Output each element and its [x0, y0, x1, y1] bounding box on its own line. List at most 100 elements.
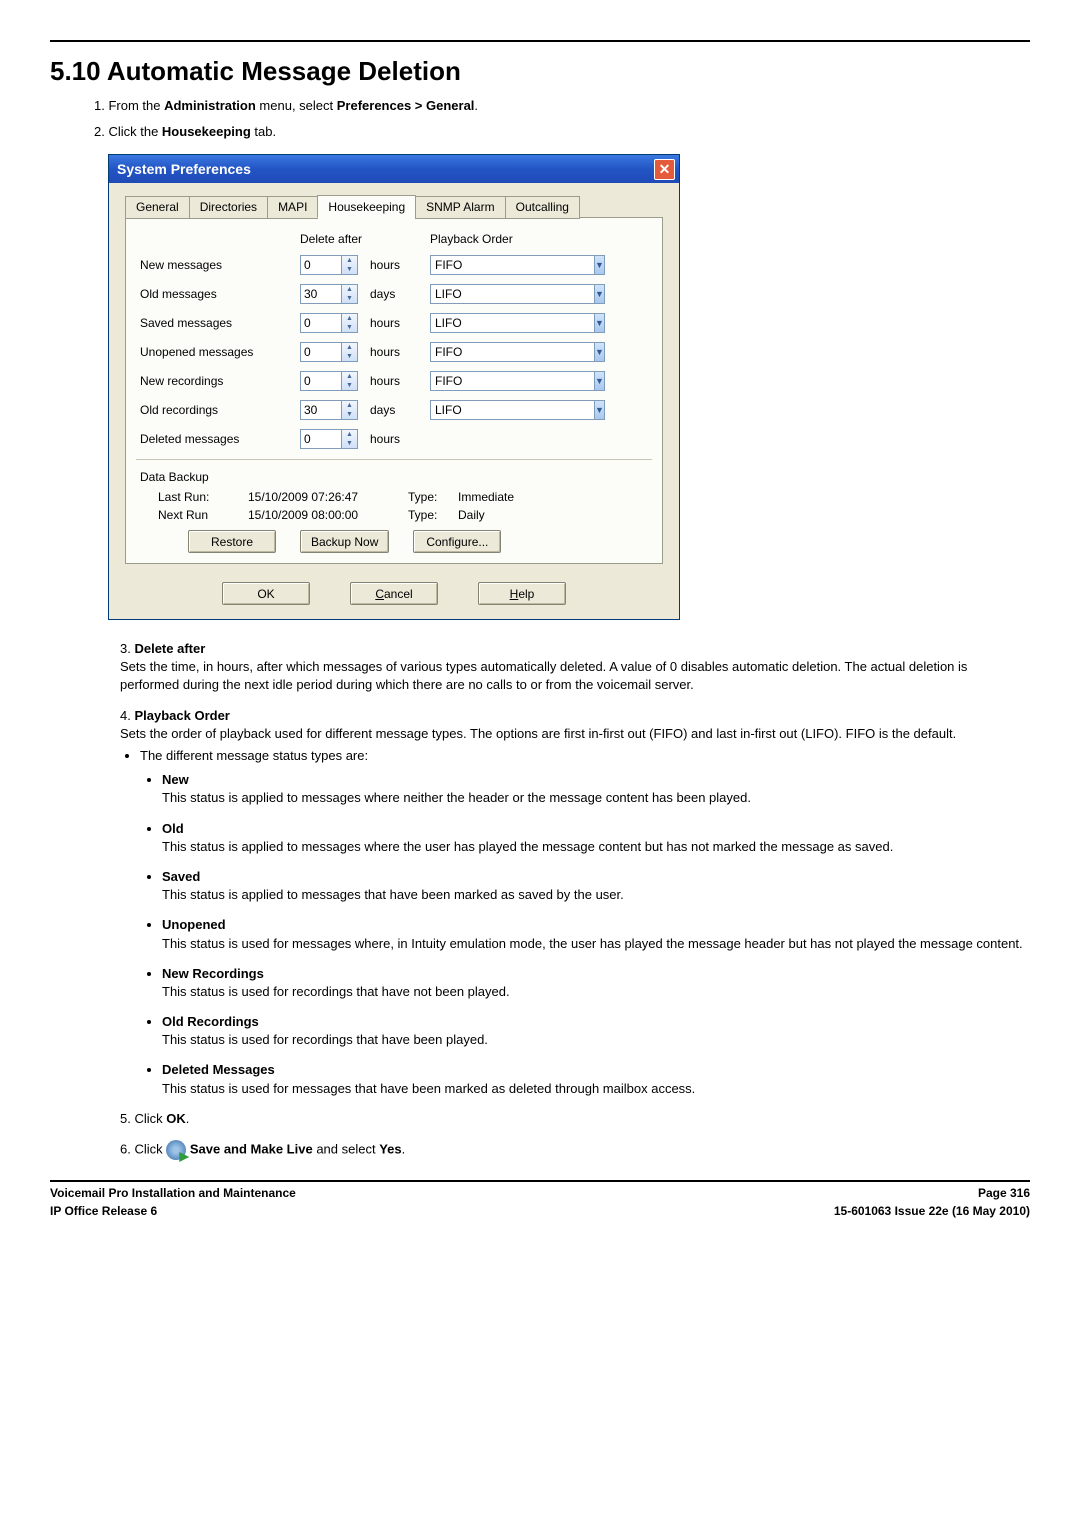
- saved-messages-order[interactable]: ▼: [430, 313, 520, 333]
- row-old-messages-label: Old messages: [140, 287, 300, 301]
- step-2: 2. Click the Housekeeping tab.: [94, 123, 1030, 141]
- step-6: 6. Click Save and Make Live and select Y…: [120, 1140, 1030, 1160]
- type-new-recordings: New RecordingsThis status is used for re…: [162, 965, 1030, 1001]
- chevron-up-icon[interactable]: ▲: [342, 256, 357, 265]
- chevron-up-icon[interactable]: ▲: [342, 285, 357, 294]
- step-1: 1. From the Administration menu, select …: [94, 97, 1030, 115]
- tab-directories[interactable]: Directories: [189, 196, 268, 219]
- type-saved: SavedThis status is applied to messages …: [162, 868, 1030, 904]
- old-recordings-value[interactable]: ▲▼: [300, 400, 358, 420]
- chevron-up-icon[interactable]: ▲: [342, 372, 357, 381]
- restore-button[interactable]: Restore: [188, 530, 276, 553]
- new-recordings-value[interactable]: ▲▼: [300, 371, 358, 391]
- saved-messages-value[interactable]: ▲▼: [300, 313, 358, 333]
- close-icon[interactable]: ✕: [654, 159, 675, 180]
- chevron-down-icon[interactable]: ▼: [595, 371, 605, 391]
- new-recordings-unit: hours: [370, 374, 430, 388]
- type-deleted-messages: Deleted MessagesThis status is used for …: [162, 1061, 1030, 1097]
- footer-left-1: Voicemail Pro Installation and Maintenan…: [50, 1186, 296, 1200]
- configure-button[interactable]: Configure...: [413, 530, 501, 553]
- tab-general[interactable]: General: [125, 196, 190, 219]
- chevron-down-icon[interactable]: ▼: [342, 352, 357, 361]
- steps-list: 1. From the Administration menu, select …: [94, 97, 1030, 140]
- dialog-titlebar[interactable]: System Preferences ✕: [109, 155, 679, 183]
- chevron-down-icon[interactable]: ▼: [342, 381, 357, 390]
- row-saved-messages-label: Saved messages: [140, 316, 300, 330]
- footer-right-2: 15-601063 Issue 22e (16 May 2010): [834, 1204, 1030, 1218]
- item-delete-after: 3. Delete after Sets the time, in hours,…: [120, 640, 1030, 695]
- cancel-button[interactable]: CCancelancel: [350, 582, 438, 605]
- row-unopened-messages-label: Unopened messages: [140, 345, 300, 359]
- tab-mapi[interactable]: MAPI: [267, 196, 318, 219]
- system-preferences-dialog: System Preferences ✕ General Directories…: [108, 154, 680, 620]
- save-make-live-icon: [166, 1140, 186, 1160]
- row-new-messages-label: New messages: [140, 258, 300, 272]
- old-recordings-order[interactable]: ▼: [430, 400, 520, 420]
- old-recordings-unit: days: [370, 403, 430, 417]
- tab-outcalling[interactable]: Outcalling: [505, 196, 580, 219]
- chevron-up-icon[interactable]: ▲: [342, 343, 357, 352]
- chevron-up-icon[interactable]: ▲: [342, 401, 357, 410]
- chevron-down-icon[interactable]: ▼: [595, 342, 605, 362]
- panel-divider: [136, 459, 652, 460]
- column-playback-order: Playback Order: [430, 232, 540, 246]
- housekeeping-panel: Delete after Playback Order New messages…: [125, 217, 663, 564]
- chevron-down-icon[interactable]: ▼: [342, 323, 357, 332]
- dialog-body: General Directories MAPI Housekeeping SN…: [109, 183, 679, 619]
- chevron-down-icon[interactable]: ▼: [595, 255, 605, 275]
- page-footer: Voicemail Pro Installation and Maintenan…: [50, 1186, 1030, 1200]
- deleted-messages-unit: hours: [370, 432, 430, 446]
- new-messages-input[interactable]: [300, 255, 342, 275]
- data-backup-heading: Data Backup: [140, 470, 648, 484]
- unopened-messages-order[interactable]: ▼: [430, 342, 520, 362]
- page-title: 5.10 Automatic Message Deletion: [50, 56, 1030, 87]
- chevron-up-icon[interactable]: ▲: [342, 430, 357, 439]
- chevron-down-icon[interactable]: ▼: [342, 439, 357, 448]
- document-page: 5.10 Automatic Message Deletion 1. From …: [0, 0, 1080, 1528]
- chevron-down-icon[interactable]: ▼: [595, 400, 605, 420]
- old-messages-order[interactable]: ▼: [430, 284, 520, 304]
- type-old: OldThis status is applied to messages wh…: [162, 820, 1030, 856]
- new-recordings-order[interactable]: ▼: [430, 371, 520, 391]
- page-footer-2: IP Office Release 6 15-601063 Issue 22e …: [50, 1204, 1030, 1218]
- housekeeping-table: Delete after Playback Order New messages…: [140, 232, 648, 449]
- ok-button[interactable]: OK: [222, 582, 310, 605]
- new-messages-order[interactable]: ▼: [430, 255, 520, 275]
- chevron-down-icon[interactable]: ▼: [595, 313, 605, 333]
- column-delete-after: Delete after: [300, 232, 370, 246]
- dialog-footer-buttons: OK CCancelancel HHelpelp: [125, 582, 663, 605]
- backup-next-run-row: Next Run 15/10/2009 08:00:00 Type: Daily: [140, 508, 648, 522]
- tab-housekeeping[interactable]: Housekeeping: [317, 195, 416, 218]
- unopened-messages-unit: hours: [370, 345, 430, 359]
- backup-now-button[interactable]: Backup Now: [300, 530, 389, 553]
- row-deleted-messages-label: Deleted messages: [140, 432, 300, 446]
- tab-snmp-alarm[interactable]: SNMP Alarm: [415, 196, 505, 219]
- chevron-up-icon[interactable]: ▲: [342, 314, 357, 323]
- item-playback-order: 4. Playback Order Sets the order of play…: [120, 707, 1030, 1098]
- help-button[interactable]: HHelpelp: [478, 582, 566, 605]
- tab-strip: General Directories MAPI Housekeeping SN…: [125, 195, 663, 218]
- saved-messages-unit: hours: [370, 316, 430, 330]
- chevron-down-icon[interactable]: ▼: [595, 284, 605, 304]
- chevron-down-icon[interactable]: ▼: [342, 410, 357, 419]
- footer-rule: [50, 1180, 1030, 1182]
- new-messages-unit: hours: [370, 258, 430, 272]
- row-new-recordings-label: New recordings: [140, 374, 300, 388]
- type-new: NewThis status is applied to messages wh…: [162, 771, 1030, 807]
- chevron-down-icon[interactable]: ▼: [342, 294, 357, 303]
- new-messages-value[interactable]: ▲▼: [300, 255, 358, 275]
- unopened-messages-value[interactable]: ▲▼: [300, 342, 358, 362]
- type-unopened: UnopenedThis status is used for messages…: [162, 916, 1030, 952]
- deleted-messages-value[interactable]: ▲▼: [300, 429, 358, 449]
- type-old-recordings: Old RecordingsThis status is used for re…: [162, 1013, 1030, 1049]
- chevron-down-icon[interactable]: ▼: [342, 265, 357, 274]
- status-types-list: The different message status types are: …: [140, 747, 1030, 1098]
- old-messages-value[interactable]: ▲▼: [300, 284, 358, 304]
- dialog-title: System Preferences: [117, 161, 251, 177]
- step-5: 5. Click OK.: [120, 1110, 1030, 1128]
- footer-right-1: Page 316: [978, 1186, 1030, 1200]
- spinner-buttons[interactable]: ▲▼: [342, 255, 358, 275]
- row-old-recordings-label: Old recordings: [140, 403, 300, 417]
- top-rule: [50, 40, 1030, 42]
- footer-left-2: IP Office Release 6: [50, 1204, 157, 1218]
